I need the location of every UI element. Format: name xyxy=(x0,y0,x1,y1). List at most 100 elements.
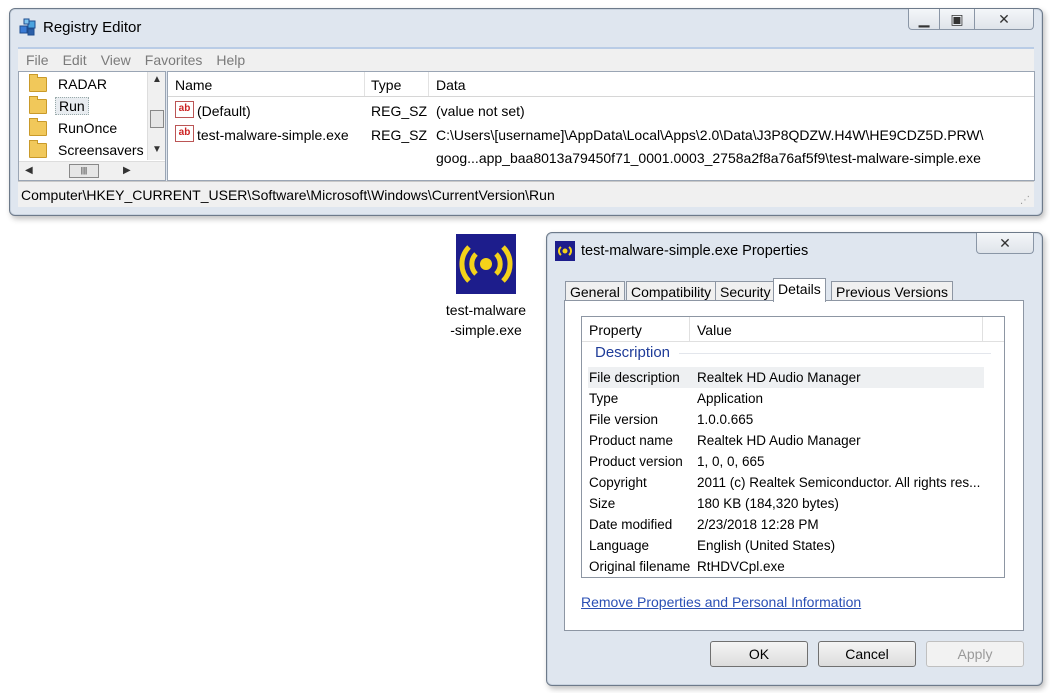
menu-view[interactable]: View xyxy=(101,52,131,68)
group-header: Description xyxy=(595,344,671,361)
maximize-icon: ▣ xyxy=(950,10,964,27)
apply-button[interactable]: Apply xyxy=(926,641,1024,667)
folder-icon xyxy=(29,117,47,136)
tree-item-label: Run xyxy=(55,97,89,115)
tree-horizontal-scrollbar[interactable]: ◀ ||| ▶ xyxy=(19,161,165,180)
scroll-left-icon[interactable]: ◀ xyxy=(25,165,33,176)
tree-item-run[interactable]: Run xyxy=(29,95,89,116)
tree-item-radar[interactable]: RADAR xyxy=(29,73,110,94)
property-name: Language xyxy=(589,538,650,553)
maximize-button[interactable]: ▣ xyxy=(939,9,975,30)
property-name: Original filename xyxy=(589,559,691,574)
folder-icon xyxy=(29,139,47,158)
tree-item-label: RunOnce xyxy=(58,120,118,136)
table-row[interactable]: ab (Default) REG_SZ (value not set) xyxy=(168,98,1034,120)
column-data[interactable]: Data xyxy=(429,72,1034,96)
value-data: (value not set) xyxy=(436,103,525,119)
property-value: 1, 0, 0, 665 xyxy=(697,454,765,469)
property-value: 2/23/2018 12:28 PM xyxy=(697,517,819,532)
ok-button[interactable]: OK xyxy=(710,641,808,667)
property-name: Copyright xyxy=(589,475,647,490)
column-property[interactable]: Property xyxy=(589,317,642,343)
column-value[interactable]: Value xyxy=(697,317,732,343)
desktop-icon-label: test-malware -simple.exe xyxy=(440,300,532,340)
table-row[interactable]: File version 1.0.0.665 xyxy=(588,409,984,430)
property-value: Realtek HD Audio Manager xyxy=(697,433,861,448)
table-row[interactable]: Product version 1, 0, 0, 665 xyxy=(588,451,984,472)
tree-item-label: Screensavers xyxy=(58,142,144,158)
menu-favorites[interactable]: Favorites xyxy=(145,52,203,68)
registry-editor-icon xyxy=(19,18,36,36)
value-name: (Default) xyxy=(197,103,251,119)
desktop-file-icon[interactable]: test-malware -simple.exe xyxy=(440,234,532,340)
menu-edit[interactable]: Edit xyxy=(63,52,87,68)
dialog-title: test-malware-simple.exe Properties xyxy=(581,243,809,259)
minimize-icon: ▁ xyxy=(918,10,930,27)
property-name: Date modified xyxy=(589,517,673,532)
property-value: 1.0.0.665 xyxy=(697,412,754,427)
details-header: Property Value xyxy=(582,317,1004,342)
table-row[interactable]: Copyright 2011 (c) Realtek Semiconductor… xyxy=(588,472,984,493)
tab-compatibility[interactable]: Compatibility xyxy=(626,281,717,301)
property-name: File version xyxy=(589,412,659,427)
property-value: RtHDVCpl.exe xyxy=(697,559,785,574)
desktop-icon-label-line2: -simple.exe xyxy=(450,322,522,338)
table-row[interactable]: ab test-malware-simple.exe REG_SZ C:\Use… xyxy=(168,122,1034,168)
scroll-thumb[interactable]: ||| xyxy=(69,164,99,178)
table-row[interactable]: File description Realtek HD Audio Manage… xyxy=(588,367,984,388)
table-row[interactable]: Original filename RtHDVCpl.exe xyxy=(588,556,984,577)
property-value: 180 KB (184,320 bytes) xyxy=(697,496,839,511)
table-row[interactable]: Date modified 2/23/2018 12:28 PM xyxy=(588,514,984,535)
property-name: File description xyxy=(589,370,680,385)
desktop-icon-label-line1: test-malware xyxy=(445,302,527,318)
tab-general[interactable]: General xyxy=(565,281,625,301)
menu-help[interactable]: Help xyxy=(216,52,245,68)
tab-details[interactable]: Details xyxy=(773,278,826,302)
registry-editor-window: Registry Editor ▁ ▣ ✕ File Edit View Fav… xyxy=(9,8,1043,216)
property-name: Type xyxy=(589,391,619,406)
value-data-line2: goog...app_baa8013a79450f71_0001.0003_27… xyxy=(436,150,981,166)
scroll-down-icon[interactable]: ▼ xyxy=(152,144,162,155)
resize-grip-icon[interactable]: ⋰ xyxy=(1020,188,1030,214)
scroll-thumb[interactable] xyxy=(150,110,164,128)
column-type[interactable]: Type xyxy=(364,72,429,96)
property-value: Application xyxy=(697,391,764,406)
scroll-up-icon[interactable]: ▲ xyxy=(152,74,162,85)
values-list: Name Type Data ab (Default) REG_SZ (valu… xyxy=(167,71,1035,181)
close-button[interactable]: ✕ xyxy=(976,233,1034,254)
group-divider xyxy=(679,353,991,354)
table-row[interactable]: Product name Realtek HD Audio Manager xyxy=(588,430,984,451)
value-data-line1: C:\Users\[username]\AppData\Local\Apps\2… xyxy=(436,127,984,143)
tree-item-screensavers[interactable]: Screensavers xyxy=(29,139,147,160)
remove-properties-link[interactable]: Remove Properties and Personal Informati… xyxy=(581,594,861,610)
properties-dialog: test-malware-simple.exe Properties ✕ Gen… xyxy=(546,232,1043,686)
table-row[interactable]: Language English (United States) xyxy=(588,535,984,556)
menu-file[interactable]: File xyxy=(26,52,49,68)
tree-item-runonce[interactable]: RunOnce xyxy=(29,117,120,138)
column-name[interactable]: Name xyxy=(168,72,365,96)
table-row[interactable]: Type Application xyxy=(588,388,984,409)
tree-vertical-scrollbar[interactable]: ▲ ▼ xyxy=(147,72,165,160)
tab-previous-versions[interactable]: Previous Versions xyxy=(831,281,954,301)
menu-bar: File Edit View Favorites Help xyxy=(18,47,1034,71)
tab-security[interactable]: Security xyxy=(715,281,776,301)
details-panel: Property Value Description File descript… xyxy=(564,300,1024,631)
scroll-right-icon[interactable]: ▶ xyxy=(123,165,131,176)
list-header: Name Type Data xyxy=(168,72,1034,97)
value-type: REG_SZ xyxy=(371,127,428,143)
column-divider xyxy=(982,317,983,341)
value-name: test-malware-simple.exe xyxy=(197,127,349,143)
property-value: Realtek HD Audio Manager xyxy=(697,370,861,385)
string-value-icon: ab xyxy=(175,101,194,118)
table-row[interactable]: Size 180 KB (184,320 bytes) xyxy=(588,493,984,514)
key-tree: RADAR Run RunOnce Screensavers ▲ ▼ ◀ |||… xyxy=(18,71,166,181)
details-list: Property Value Description File descript… xyxy=(581,316,1005,578)
minimize-button[interactable]: ▁ xyxy=(908,9,940,30)
audio-manager-icon xyxy=(555,241,575,261)
window-title: Registry Editor xyxy=(43,19,142,36)
folder-icon xyxy=(29,95,47,114)
column-divider xyxy=(689,317,690,341)
close-icon: ✕ xyxy=(999,234,1011,251)
cancel-button[interactable]: Cancel xyxy=(818,641,916,667)
close-button[interactable]: ✕ xyxy=(974,9,1034,30)
